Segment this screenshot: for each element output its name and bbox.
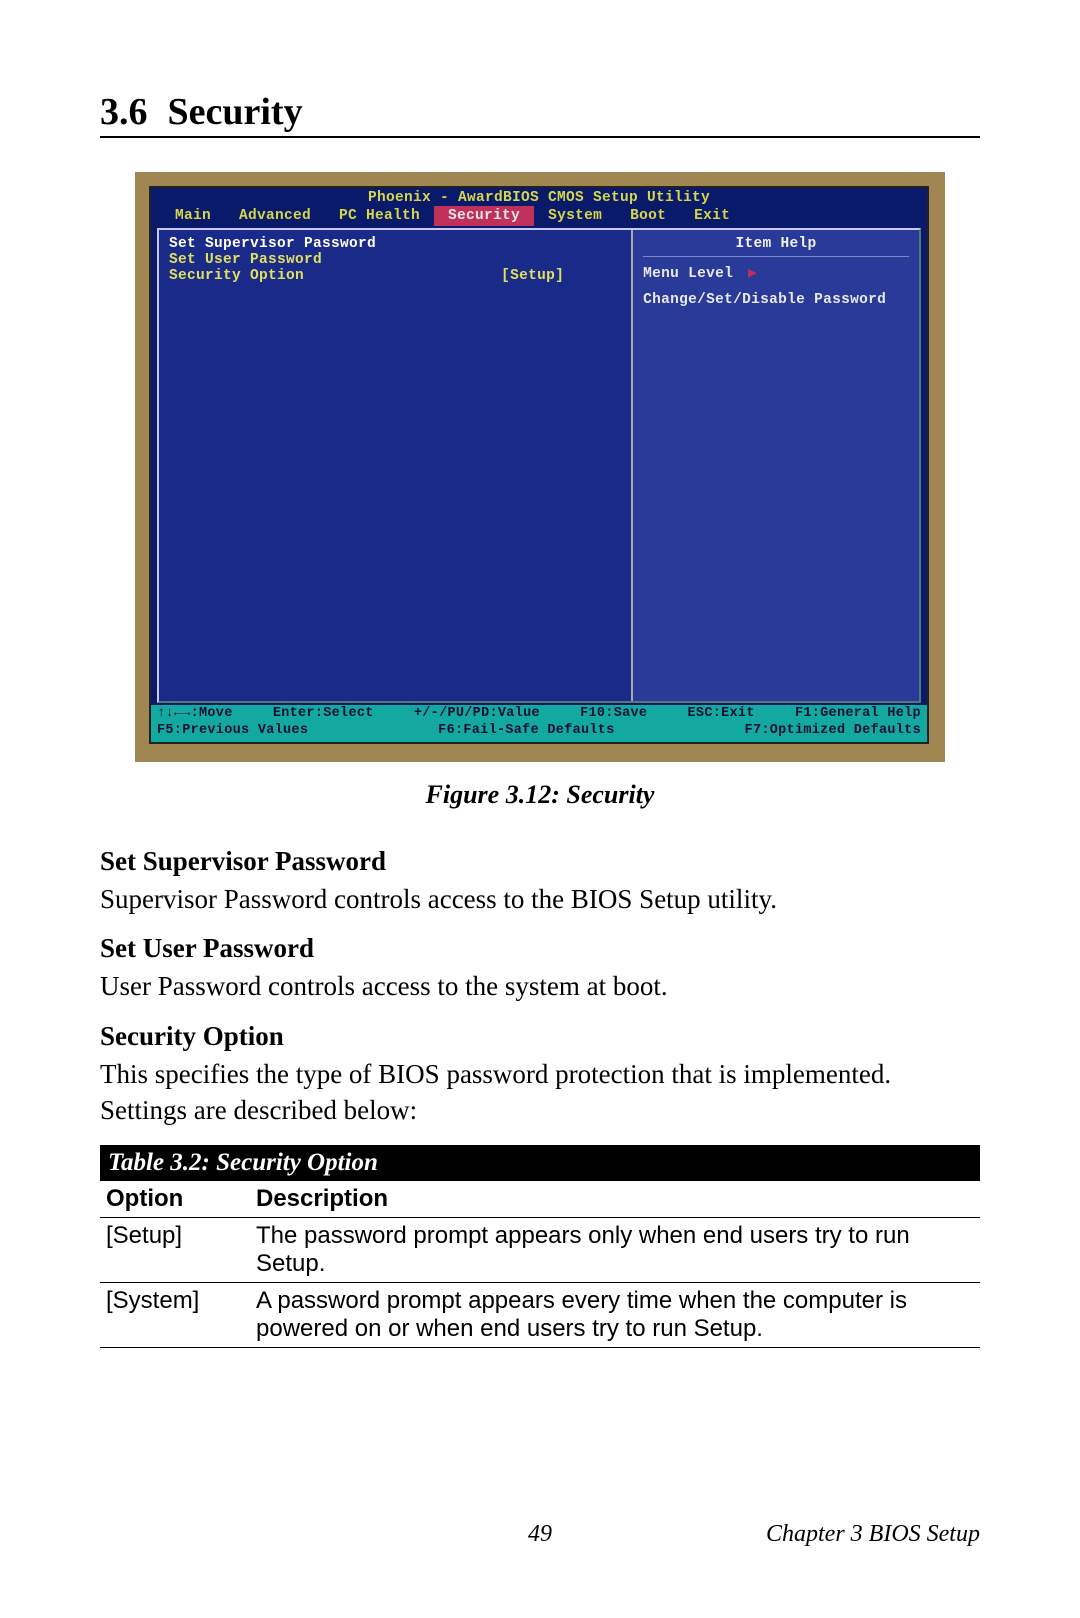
tab-exit[interactable]: Exit [680,206,744,226]
term-block: Set Supervisor Password Supervisor Passw… [100,846,980,917]
legend-optimized: F7:Optimized Defaults [745,723,921,740]
menu-level-label: Menu Level [643,266,733,282]
bios-item-value [501,252,621,268]
tab-pc-health[interactable]: PC Health [325,206,434,226]
tab-advanced[interactable]: Advanced [225,206,325,226]
help-text: Change/Set/Disable Password [643,292,909,308]
tab-system[interactable]: System [534,206,616,226]
page-number: 49 [393,1521,686,1548]
footer-spacer [100,1521,393,1548]
bios-item-label: Set User Password [169,252,501,268]
term-body: User Password controls access to the sys… [100,968,980,1004]
figure-caption: Figure 3.12: Security [100,780,980,810]
legend-save: F10:Save [580,706,647,723]
cell-option: [Setup] [100,1217,250,1282]
term-heading: Security Option [100,1021,980,1052]
section-title: Security [168,91,303,133]
cell-option: [System] [100,1282,250,1347]
term-block: Security Option This specifies the type … [100,1021,980,1129]
bios-item-label: Set Supervisor Password [169,236,501,252]
bios-screen: Phoenix - AwardBIOS CMOS Setup Utility M… [149,186,929,744]
bios-help-pane: Item Help Menu Level ▶ Change/Set/Disabl… [633,230,919,701]
table-row: [System] A password prompt appears every… [100,1282,980,1347]
bios-item-supervisor[interactable]: Set Supervisor Password [169,236,621,252]
legend-help: F1:General Help [795,706,921,723]
bios-item-value: [Setup] [501,268,621,284]
bios-body: Set Supervisor Password Set User Passwor… [157,228,921,703]
legend-move: ↑↓←→:Move [157,706,233,723]
table-row: [Setup] The password prompt appears only… [100,1217,980,1282]
chapter-label: Chapter 3 BIOS Setup [687,1521,980,1548]
bios-photo-frame: Phoenix - AwardBIOS CMOS Setup Utility M… [135,172,945,762]
table-header-description: Description [250,1181,980,1218]
legend-value: +/-/PU/PD:Value [414,706,540,723]
bios-item-user[interactable]: Set User Password [169,252,621,268]
cell-description: A password prompt appears every time whe… [250,1282,980,1347]
security-option-table: Option Description [Setup] The password … [100,1181,980,1348]
term-body: Supervisor Password controls access to t… [100,881,980,917]
page-footer: 49 Chapter 3 BIOS Setup [100,1521,980,1548]
section-number: 3.6 [100,91,148,133]
help-heading: Item Help [643,236,909,257]
cell-description: The password prompt appears only when en… [250,1217,980,1282]
bios-item-value [501,236,621,252]
bios-key-legend: ↑↓←→:Move Enter:Select +/-/PU/PD:Value F… [151,705,927,742]
term-heading: Set User Password [100,933,980,964]
triangle-right-icon: ▶ [748,266,757,282]
term-heading: Set Supervisor Password [100,846,980,877]
bios-left-pane: Set Supervisor Password Set User Passwor… [159,230,633,701]
legend-exit: ESC:Exit [688,706,755,723]
bios-title: Phoenix - AwardBIOS CMOS Setup Utility [151,188,927,206]
tab-boot[interactable]: Boot [616,206,680,226]
bios-item-security-option[interactable]: Security Option [Setup] [169,268,621,284]
menu-level-row: Menu Level ▶ [643,265,909,282]
section-heading: 3.6 Security [100,90,980,138]
term-body: This specifies the type of BIOS password… [100,1056,980,1129]
table-header-option: Option [100,1181,250,1218]
bios-tab-bar: Main Advanced PC Health Security System … [151,206,927,226]
table-title: Table 3.2: Security Option [100,1145,980,1181]
legend-select: Enter:Select [273,706,374,723]
term-block: Set User Password User Password controls… [100,933,980,1004]
legend-row-1: ↑↓←→:Move Enter:Select +/-/PU/PD:Value F… [157,706,921,723]
legend-prev: F5:Previous Values [157,723,308,740]
tab-security[interactable]: Security [434,206,534,226]
legend-row-2: F5:Previous Values F6:Fail-Safe Defaults… [157,723,921,740]
bios-item-label: Security Option [169,268,501,284]
tab-main[interactable]: Main [161,206,225,226]
legend-failsafe: F6:Fail-Safe Defaults [438,723,614,740]
